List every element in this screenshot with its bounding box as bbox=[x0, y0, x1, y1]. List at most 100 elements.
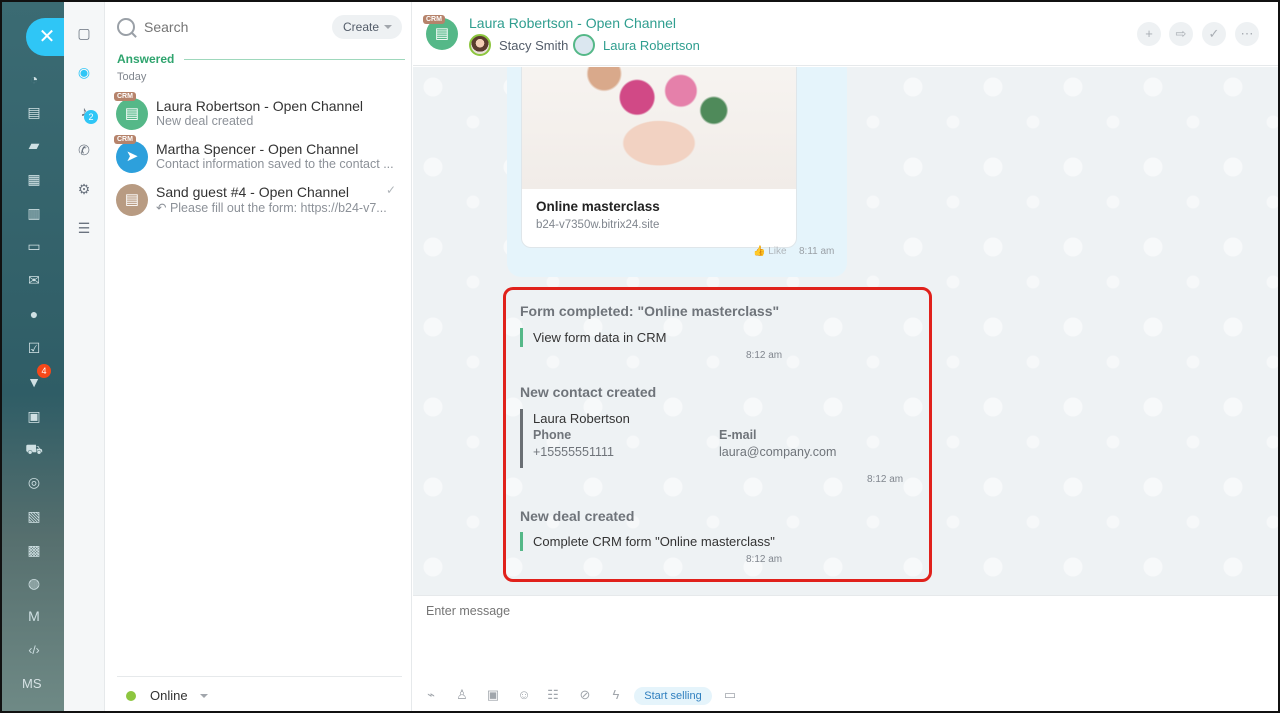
chat-bubble-icon: ▤ bbox=[434, 25, 450, 42]
smile-icon[interactable]: ☺ bbox=[515, 686, 533, 704]
system-messages: Form completed: "Online masterclass" Vie… bbox=[503, 287, 932, 582]
group-label: Answered bbox=[117, 52, 175, 66]
like-label: Like bbox=[768, 246, 787, 257]
client-avatar bbox=[573, 34, 595, 56]
hidden-message-icon[interactable]: ⊘ bbox=[576, 686, 594, 704]
client-chip[interactable]: Laura Robertson bbox=[573, 34, 700, 56]
user-icon[interactable]: ♙ bbox=[453, 686, 471, 704]
more-button[interactable]: ⋯ bbox=[1235, 22, 1259, 46]
tasks-icon[interactable]: ☑ bbox=[23, 337, 45, 359]
message-time: 8:12 am bbox=[867, 474, 904, 485]
telegram-icon: ➤ bbox=[125, 148, 139, 165]
search-input[interactable] bbox=[144, 19, 314, 35]
view-form-link[interactable]: View form data in CRM bbox=[533, 330, 666, 345]
avatar: ▤ bbox=[116, 98, 148, 130]
start-selling-button[interactable]: Start selling bbox=[634, 687, 712, 705]
message-time: 8:12 am bbox=[746, 554, 783, 565]
status-selector[interactable]: Online bbox=[117, 676, 402, 711]
developer-icon[interactable]: ‹/› bbox=[23, 639, 45, 661]
message-time: 8:11 am bbox=[799, 246, 835, 257]
avatar: ▤ bbox=[116, 184, 148, 216]
chat-title: Martha Spencer - Open Channel bbox=[156, 141, 359, 157]
groups-icon[interactable]: ● bbox=[23, 303, 45, 325]
attach-icon[interactable]: ⌁ bbox=[422, 686, 440, 704]
list-item[interactable]: ▤ Sand guest #4 - Open Channel ↶ Please … bbox=[105, 181, 412, 224]
messenger-tools: ▢ ◉ ♪ 2 ✆ ⚙ ☰ bbox=[64, 2, 105, 711]
new-contact-title: New contact created bbox=[520, 384, 657, 400]
preview-url: b24-v7350w.bitrix24.site bbox=[536, 219, 660, 231]
deal-text[interactable]: Complete CRM form "Online masterclass" bbox=[533, 534, 775, 549]
new-deal-title: New deal created bbox=[520, 508, 635, 524]
left-rail: ✕ ◔ ▤ ▰ ▦ ▥ ▭ ✉ ● ☑ ▼ ▣ ⛟ ◎ ▧ ▩ ◍ M ‹/› … bbox=[2, 2, 64, 711]
chevron-down-icon bbox=[199, 693, 208, 702]
close-icon: ✕ bbox=[38, 26, 56, 48]
mail-icon[interactable]: ✉ bbox=[23, 269, 45, 291]
operator-name: Stacy Smith bbox=[499, 37, 569, 53]
database-icon[interactable]: ◍ bbox=[23, 572, 45, 594]
chat-icon[interactable]: ▰ bbox=[23, 134, 45, 156]
group-header: Answered bbox=[117, 52, 405, 66]
email-value: laura@company.com bbox=[719, 445, 837, 459]
activity-icon[interactable]: ◔ bbox=[23, 68, 45, 90]
phone-icon[interactable]: ✆ bbox=[74, 140, 94, 160]
form-completed-title: Form completed: "Online masterclass" bbox=[520, 303, 780, 319]
message-bubble: Online masterclass b24-v7350w.bitrix24.s… bbox=[507, 67, 847, 277]
add-user-button[interactable]: + bbox=[1137, 22, 1161, 46]
chat-preview: Contact information saved to the contact… bbox=[156, 157, 394, 171]
target-icon[interactable]: ◎ bbox=[23, 471, 45, 493]
crm-list-icon[interactable]: ☰ bbox=[74, 218, 94, 238]
accent-bar bbox=[520, 328, 523, 347]
like-button[interactable]: 👍 Like bbox=[753, 246, 787, 257]
search-bar[interactable] bbox=[117, 14, 327, 40]
list-item[interactable]: ▤ CRM Laura Robertson - Open Channel New… bbox=[105, 92, 412, 138]
crm-funnel-icon[interactable]: ▼ bbox=[23, 364, 51, 393]
transfer-button[interactable]: ⇨ bbox=[1169, 22, 1193, 46]
chat-title: Laura Robertson - Open Channel bbox=[156, 98, 364, 114]
crm-badge: CRM bbox=[114, 92, 136, 101]
create-button[interactable]: Create bbox=[332, 15, 402, 39]
preview-image bbox=[522, 67, 796, 189]
drive-icon[interactable]: ▭ bbox=[23, 235, 45, 257]
marketing-icon[interactable]: M bbox=[23, 605, 45, 627]
dialog-header: ▤ CRM Laura Robertson - Open Channel Sta… bbox=[413, 2, 1278, 66]
recent-chats-icon[interactable]: ▢ bbox=[74, 23, 94, 43]
document-icon[interactable]: ▥ bbox=[23, 202, 45, 224]
message-time: 8:12 am bbox=[746, 350, 783, 361]
notifications-button[interactable]: ♪ 2 bbox=[74, 101, 98, 124]
client-name: Laura Robertson bbox=[603, 37, 700, 53]
group-divider bbox=[184, 58, 405, 60]
quick-answer-icon[interactable]: ▣ bbox=[484, 686, 502, 704]
user-initials[interactable]: MS bbox=[22, 676, 42, 691]
contact-name: Laura Robertson bbox=[533, 411, 630, 426]
lightning-icon[interactable]: ϟ bbox=[607, 686, 625, 704]
contact-card-icon[interactable]: ▧ bbox=[23, 505, 45, 527]
open-lines-icon[interactable]: ◉ bbox=[74, 62, 94, 82]
chat-icon[interactable]: ▭ bbox=[721, 686, 739, 704]
settings-icon[interactable]: ⚙ bbox=[74, 179, 94, 199]
list-item[interactable]: ➤ CRM Martha Spencer - Open Channel Cont… bbox=[105, 135, 412, 181]
chat-preview: ↶ Please fill out the form: https://b24-… bbox=[156, 201, 387, 215]
accent-bar bbox=[520, 532, 523, 551]
email-label: E-mail bbox=[719, 428, 757, 442]
calendar-icon[interactable]: ▦ bbox=[23, 168, 45, 190]
finish-button[interactable]: ✓ bbox=[1202, 22, 1226, 46]
keyboard-icon[interactable]: ☷ bbox=[544, 686, 562, 704]
read-check-icon: ✓ bbox=[386, 183, 397, 197]
dialog-title[interactable]: Laura Robertson - Open Channel bbox=[469, 15, 676, 31]
shop-icon[interactable]: ⛟ bbox=[23, 438, 45, 460]
chat-bubble-icon: ▤ bbox=[124, 105, 140, 122]
operator-chip[interactable]: Stacy Smith bbox=[469, 34, 568, 56]
chat-title: Sand guest #4 - Open Channel bbox=[156, 184, 350, 200]
feed-icon[interactable]: ▤ bbox=[23, 101, 45, 123]
close-button[interactable]: ✕ bbox=[26, 18, 64, 56]
composer: ⌁ ♙ ▣ ☺ ☷ ⊘ ϟ Start selling ▭ bbox=[413, 595, 1278, 711]
crm-badge: CRM bbox=[114, 135, 136, 144]
search-icon bbox=[117, 18, 135, 36]
message-area: Online masterclass b24-v7350w.bitrix24.s… bbox=[413, 67, 1278, 595]
link-preview-card[interactable]: Online masterclass b24-v7350w.bitrix24.s… bbox=[521, 67, 797, 248]
company-icon[interactable]: ▣ bbox=[23, 405, 45, 427]
message-input[interactable] bbox=[426, 604, 1226, 664]
accent-bar bbox=[520, 409, 523, 468]
robot-icon[interactable]: ▩ bbox=[23, 539, 45, 561]
online-dot-icon bbox=[126, 690, 136, 701]
